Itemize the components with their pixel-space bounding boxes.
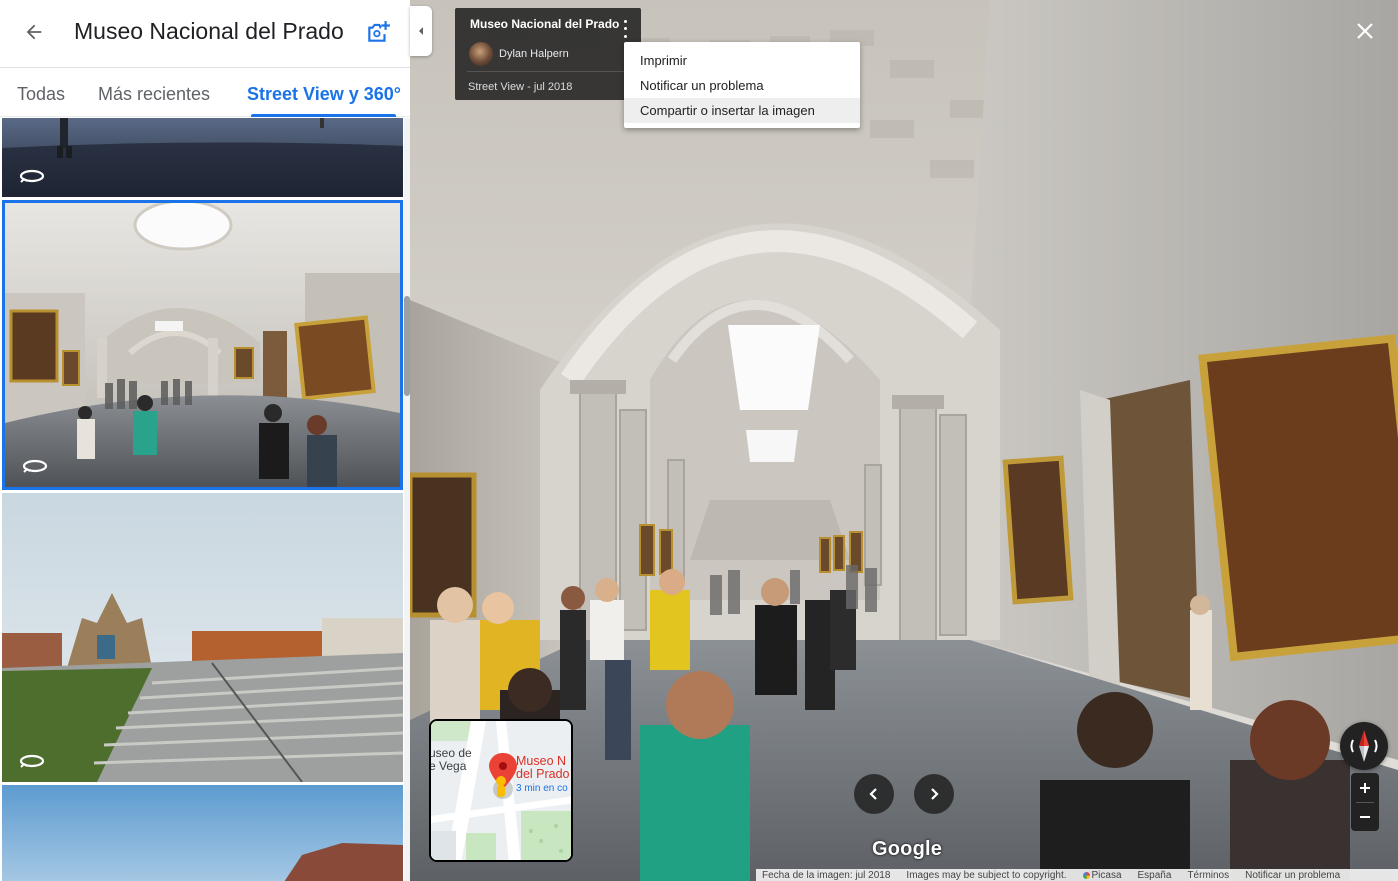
more-vert-icon <box>623 20 627 24</box>
map-label-walking-time: 3 min en co <box>516 783 568 794</box>
collapse-panel-button[interactable] <box>410 6 432 56</box>
compass-icon <box>1350 730 1378 762</box>
country-link[interactable]: España <box>1138 870 1172 881</box>
photo-thumbnail[interactable] <box>2 493 403 782</box>
zoom-control <box>1351 773 1379 831</box>
next-photo-button[interactable] <box>914 774 954 814</box>
close-button[interactable] <box>1350 16 1380 46</box>
author-name[interactable]: Dylan Halpern <box>499 48 569 60</box>
info-card: Museo Nacional del Prado Dylan Halpern S… <box>455 8 641 100</box>
zoom-in-button[interactable] <box>1351 773 1379 802</box>
minimap[interactable]: useo de e Vega Museo N del Prado 3 min e… <box>429 719 573 862</box>
arrow-back-icon <box>26 24 42 40</box>
photo-thumbnail[interactable] <box>2 118 403 197</box>
more-options-button[interactable] <box>617 18 633 40</box>
tab-mas-recientes[interactable]: Más recientes <box>98 84 210 105</box>
image-date: Fecha de la imagen: jul 2018 <box>762 869 891 881</box>
photo-list <box>0 118 404 881</box>
minus-icon <box>1360 815 1370 818</box>
capture-date: Street View - jul 2018 <box>468 81 573 93</box>
picasa-icon <box>1082 871 1090 879</box>
add-photo-icon <box>368 21 390 42</box>
chevron-left-icon <box>869 788 877 800</box>
panel-header: Museo Nacional del Prado <box>0 0 410 68</box>
tab-street-view-360[interactable]: Street View y 360° <box>247 84 401 105</box>
photos-panel: Museo Nacional del Prado Todas Más recie… <box>0 0 410 881</box>
photo-tabs: Todas Más recientes Street View y 360° <box>0 69 410 117</box>
page-title: Museo Nacional del Prado <box>74 18 344 44</box>
photo-thumbnail[interactable] <box>2 785 403 881</box>
copyright-notice: Images may be subject to copyright. <box>906 869 1067 881</box>
map-label: e Vega <box>429 759 467 773</box>
info-card-title: Museo Nacional del Prado <box>470 17 620 31</box>
compass-button[interactable] <box>1340 722 1388 770</box>
map-footer: Fecha de la imagen: jul 2018 Images may … <box>756 869 1398 881</box>
panorama-360-icon <box>22 459 48 473</box>
tab-indicator <box>251 114 396 117</box>
google-logo: Google <box>872 838 943 860</box>
zoom-out-button[interactable] <box>1351 802 1379 831</box>
menu-item-compartir-insertar[interactable]: Compartir o insertar la imagen <box>624 98 860 123</box>
avatar[interactable] <box>469 42 493 66</box>
photo-image <box>2 118 403 197</box>
report-problem-link[interactable]: Notificar un problema <box>1245 870 1340 881</box>
plus-icon <box>1360 782 1370 793</box>
panorama-360-icon <box>19 754 45 768</box>
tab-todas[interactable]: Todas <box>17 84 65 105</box>
terms-link[interactable]: Términos <box>1187 870 1229 881</box>
menu-item-imprimir[interactable]: Imprimir <box>624 48 860 73</box>
photo-image <box>2 493 403 782</box>
photo-image <box>5 203 400 487</box>
options-menu: Imprimir Notificar un problema Compartir… <box>624 42 860 128</box>
back-button[interactable] <box>18 16 50 48</box>
app-window: Museo Nacional del Prado Todas Más recie… <box>0 0 1398 881</box>
panorama-360-icon <box>19 169 45 183</box>
divider <box>467 71 625 72</box>
chevron-right-icon <box>931 788 939 800</box>
close-icon <box>1357 23 1373 39</box>
add-photo-button[interactable] <box>362 16 394 48</box>
map-label-place: del Prado <box>516 767 570 781</box>
photo-image <box>2 785 403 881</box>
photo-thumbnail-selected[interactable] <box>2 200 403 490</box>
picasa-attribution: Picasa <box>1082 870 1122 881</box>
menu-item-notificar-problema[interactable]: Notificar un problema <box>624 73 860 98</box>
previous-photo-button[interactable] <box>854 774 894 814</box>
chevron-left-icon <box>419 27 423 35</box>
